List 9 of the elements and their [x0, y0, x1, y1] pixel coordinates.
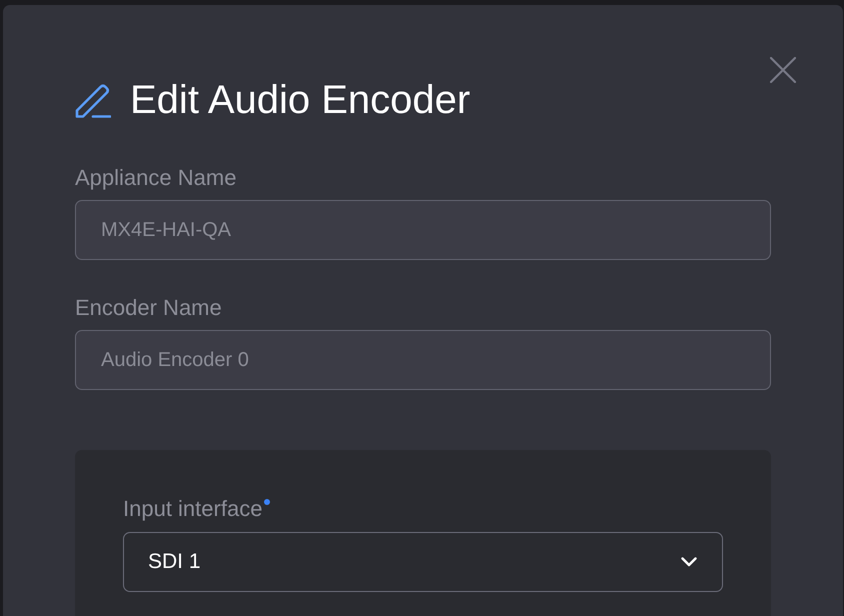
- close-icon: [770, 57, 796, 83]
- dialog-title: Edit Audio Encoder: [130, 77, 470, 123]
- pencil-icon: [75, 82, 111, 118]
- dropdown[interactable]: SDI 1: [123, 532, 723, 592]
- close-button[interactable]: [770, 57, 796, 83]
- field-label: Input interface: [123, 496, 262, 522]
- chevron-down-icon: [681, 557, 697, 567]
- field-label: Encoder Name: [75, 295, 222, 321]
- field-label: Appliance Name: [75, 165, 236, 191]
